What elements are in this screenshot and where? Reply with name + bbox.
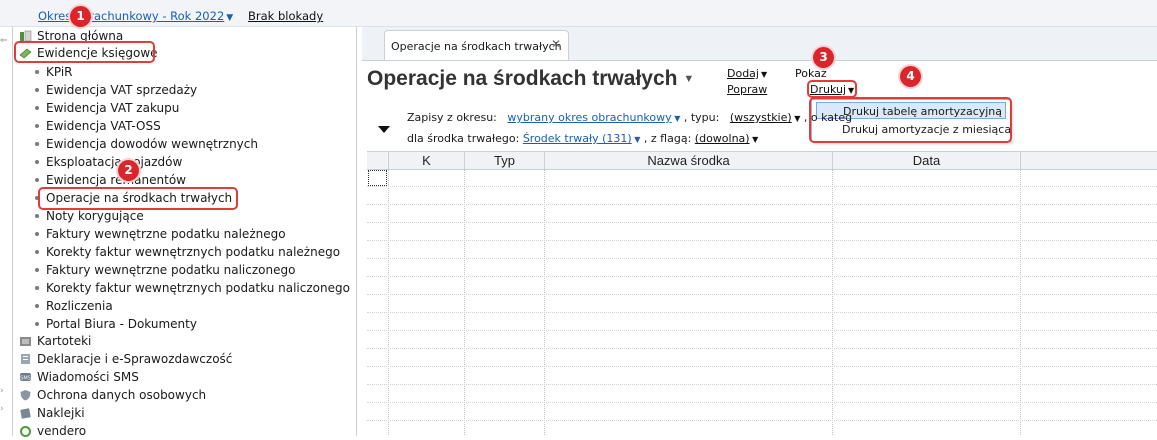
edit-button[interactable]: Popraw [727, 83, 767, 96]
table-row[interactable] [367, 240, 1157, 241]
shield-icon [20, 390, 31, 401]
sidebar-item-declarations[interactable]: Deklaracje i e-Sprawozdawczość [19, 350, 232, 368]
column-header-type[interactable]: Typ [464, 152, 544, 169]
show-button[interactable]: Pokaż [795, 67, 827, 80]
chevron-right-icon[interactable]: › [0, 386, 10, 396]
column-divider [388, 169, 389, 436]
top-bar: Okres obrachunkowy - Rok 2022 ▼ Brak blok… [0, 0, 1157, 27]
column-header-filler [1020, 152, 1157, 169]
sidebar-sub-vat-sales[interactable]: Ewidencja VAT sprzedaży [34, 81, 197, 99]
table-row[interactable] [367, 294, 1157, 295]
collapse-filters-icon[interactable] [378, 126, 390, 133]
table-row[interactable] [367, 348, 1157, 349]
chevron-left-icon[interactable]: ⇐ [0, 36, 10, 46]
column-header-k[interactable]: K [388, 152, 464, 169]
close-icon[interactable]: ✕ [551, 28, 561, 60]
flag-filter[interactable]: (dowolna) [695, 132, 750, 145]
sidebar-sub-vat-purchase[interactable]: Ewidencja VAT zakupu [34, 99, 179, 117]
table-row[interactable] [367, 204, 1157, 205]
annotation-badge-4: 4 [900, 66, 921, 87]
sidebar-sub-vat-oss[interactable]: Ewidencja VAT-OSS [35, 117, 161, 135]
period-selector[interactable]: Okres obrachunkowy - Rok 2022 ▼ [38, 9, 233, 23]
column-divider [832, 169, 833, 436]
table-row[interactable] [367, 420, 1157, 421]
highlight-print-button [807, 80, 857, 98]
tab-strip: Operacje na środkach trwałych ✕ [362, 27, 1157, 61]
active-cell[interactable] [368, 170, 387, 186]
filter-row-asset: dla środka trwałego: Środek trwały (131)… [407, 132, 759, 145]
chevron-down-icon[interactable]: ▼ [632, 135, 640, 144]
page-title[interactable]: Operacje na środkach trwałych ▼ [367, 67, 694, 91]
sidebar-sub-kpir[interactable]: KPiR [35, 63, 73, 81]
column-divider [544, 169, 545, 436]
chevron-down-icon[interactable]: ▼ [792, 114, 800, 123]
table-row[interactable] [367, 258, 1157, 259]
svg-text:SMS: SMS [20, 375, 31, 381]
table-row[interactable] [367, 276, 1157, 277]
highlight-fixed-asset-operations [38, 187, 238, 210]
column-header-selector[interactable] [367, 152, 388, 169]
sidebar-sub-internal-invoices-due[interactable]: Faktury wewnętrzne podatku należnego [35, 225, 286, 243]
sidebar-item-vendero[interactable]: vendero [19, 422, 86, 440]
chevron-down-icon: ▼ [683, 73, 695, 85]
sidebar-sub-settlements[interactable]: Rozliczenia [35, 297, 113, 315]
column-header-date[interactable]: Data [832, 152, 1020, 169]
sidebar-item-cards[interactable]: Kartoteki [19, 332, 91, 350]
chevron-down-icon[interactable]: ▼ [750, 135, 758, 144]
column-divider [464, 169, 465, 436]
sidebar-sub-internal-corrections-due[interactable]: Korekty faktur wewnętrznych podatku nale… [34, 243, 340, 261]
sidebar-sub-internal-corrections-input[interactable]: Korekty faktur wewnętrznych podatku nali… [35, 279, 350, 297]
column-header-asset-name[interactable]: Nazwa środka [544, 152, 832, 169]
table-row[interactable] [367, 330, 1157, 331]
column-divider [1020, 169, 1021, 436]
annotation-badge-1: 1 [70, 6, 91, 27]
sms-icon: SMS [20, 373, 31, 381]
annotation-badge-2: 2 [118, 160, 139, 181]
table-header: K Typ Nazwa środka Data [367, 151, 1157, 170]
annotation-badge-3: 3 [813, 47, 834, 68]
sidebar-sub-office-portal-documents[interactable]: Portal Biura - Dokumenty [35, 315, 197, 333]
cards-icon [20, 337, 31, 346]
sidebar-sub-internal-invoices-input[interactable]: Faktury wewnętrzne podatku naliczonego [34, 261, 295, 279]
declaration-icon [21, 354, 30, 364]
sidebar-sub-internal-documents[interactable]: Ewidencja dowodów wewnętrznych [35, 135, 258, 153]
sidebar-sub-vehicles[interactable]: Eksploatacja pojazdów [34, 153, 182, 171]
sidebar-item-data-protection[interactable]: Ochrona danych osobowych [19, 386, 206, 404]
table-row[interactable] [367, 186, 1157, 187]
add-button[interactable]: Dodaj ▼ [727, 67, 767, 80]
navigation-sidebar: Strona główna Ewidencje księgowe KPiR Ew… [12, 27, 357, 438]
chevron-right-icon[interactable]: › [0, 404, 10, 414]
table-row[interactable] [367, 384, 1157, 385]
chevron-down-icon[interactable]: ▼ [672, 114, 680, 123]
sidebar-item-stickers[interactable]: Naklejki [19, 404, 85, 422]
vendero-icon [20, 426, 31, 437]
tab-fixed-asset-operations[interactable]: Operacje na środkach trwałych ✕ [384, 30, 569, 60]
period-filter[interactable]: wybrany okres obrachunkowy [507, 111, 671, 124]
table-row[interactable] [367, 366, 1157, 367]
table-row[interactable] [367, 222, 1157, 223]
table-row[interactable] [367, 312, 1157, 313]
chevron-down-icon: ▼ [226, 13, 234, 23]
sidebar-item-sms[interactable]: SMS Wiadomości SMS [19, 368, 139, 386]
chevron-down-icon: ▼ [760, 70, 768, 79]
lock-status-link[interactable]: Brak blokady [248, 9, 323, 23]
type-filter[interactable]: (wszystkie) [730, 111, 792, 124]
highlight-ledgers [14, 41, 155, 63]
sticker-icon [20, 408, 31, 419]
operations-table: K Typ Nazwa środka Data [367, 151, 1157, 436]
asset-filter[interactable]: Środek trwały (131) [523, 132, 632, 145]
filter-row-period: Zapisy z okresu: wybrany okres obrachunk… [407, 111, 853, 124]
table-row[interactable] [367, 402, 1157, 403]
